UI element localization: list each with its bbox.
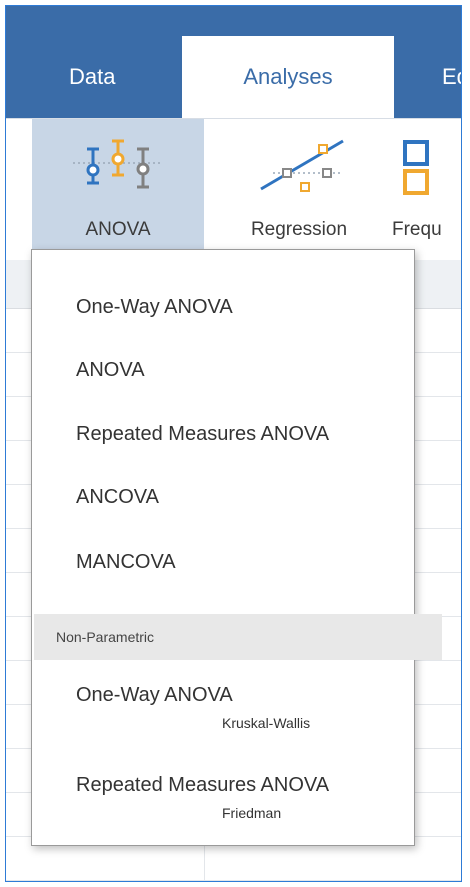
menu-item-label: Repeated Measures ANOVA	[76, 774, 330, 796]
anova-button[interactable]: ANOVA	[32, 119, 204, 261]
frequencies-icon	[402, 139, 432, 199]
tab-data[interactable]: Data	[69, 36, 115, 118]
menu-item-kruskal-wallis[interactable]: One-Way ANOVA Kruskal-Wallis	[32, 684, 414, 754]
frequencies-button[interactable]: Frequ	[392, 119, 461, 261]
analyses-ribbon: ANOVA Regression Frequ	[6, 118, 461, 261]
anova-button-label: ANOVA	[85, 219, 151, 240]
tab-bar: Data Analyses Ed	[6, 6, 461, 118]
menu-item-friedman[interactable]: Repeated Measures ANOVA Friedman	[32, 774, 414, 844]
regression-button-label: Regression	[250, 219, 348, 240]
menu-item-one-way-anova[interactable]: One-Way ANOVA	[32, 276, 414, 338]
menu-item-label: One-Way ANOVA	[76, 684, 233, 706]
menu-item-sublabel: Friedman	[222, 805, 282, 821]
menu-item-anova[interactable]: ANOVA	[32, 339, 414, 401]
anova-dropdown-menu: One-Way ANOVA ANOVA Repeated Measures AN…	[31, 249, 442, 846]
grid-row-line	[6, 880, 461, 881]
frequencies-button-label: Frequ	[392, 219, 442, 240]
menu-item-repeated-measures-anova[interactable]: Repeated Measures ANOVA	[32, 403, 414, 465]
menu-item-sublabel: Kruskal-Wallis	[222, 715, 311, 731]
menu-item-ancova[interactable]: ANCOVA	[32, 466, 414, 528]
menu-section-non-parametric: Non-Parametric	[34, 614, 442, 660]
regression-button[interactable]: Regression	[228, 119, 370, 261]
tab-analyses[interactable]: Analyses	[182, 36, 394, 118]
tab-edit[interactable]: Ed	[442, 36, 461, 118]
anova-icon	[73, 137, 163, 193]
menu-item-mancova[interactable]: MANCOVA	[32, 531, 414, 593]
regression-icon	[251, 137, 347, 197]
